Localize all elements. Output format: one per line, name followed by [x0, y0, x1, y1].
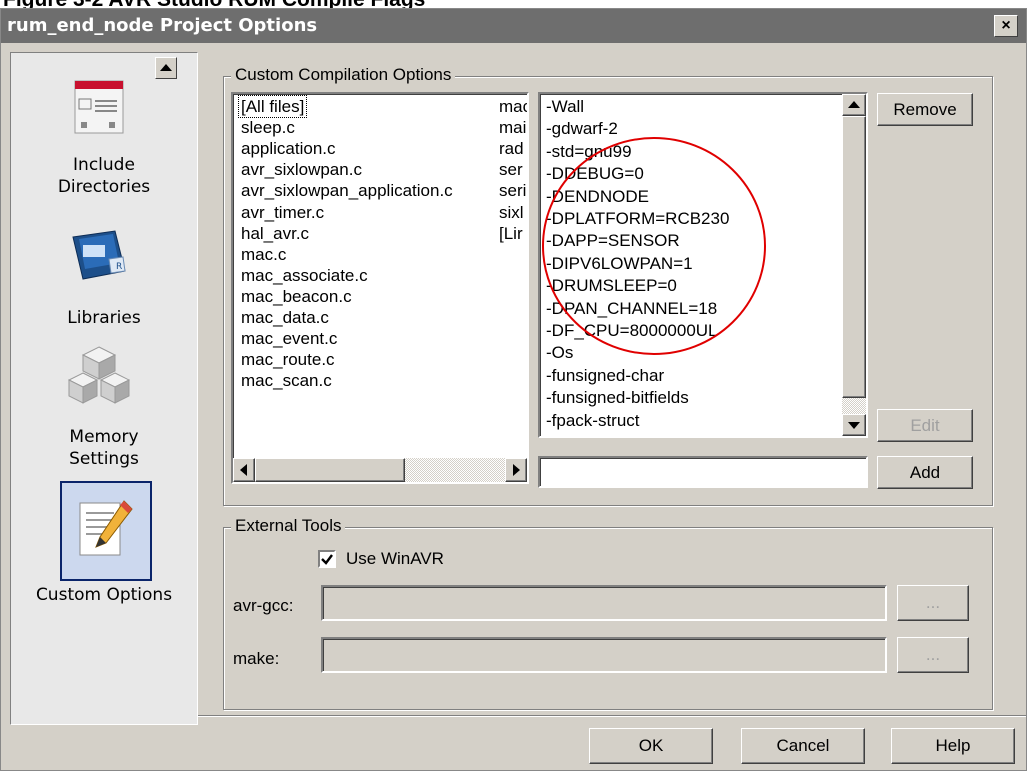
sidebar: Include Directories R Libraries Memory S…: [10, 52, 198, 725]
list-item[interactable]: rad: [499, 138, 524, 159]
up-arrow-icon: [160, 64, 172, 71]
include-directories-icon: [74, 80, 124, 134]
remove-button[interactable]: Remove: [877, 93, 973, 126]
down-arrow-icon: [848, 422, 860, 429]
avr-gcc-label: avr-gcc:: [233, 596, 294, 615]
list-item[interactable]: mac_beacon.c: [241, 286, 352, 307]
right-arrow-icon: [513, 464, 520, 476]
list-item[interactable]: [Lir: [499, 223, 523, 244]
annotation-circle: [542, 137, 766, 355]
list-item[interactable]: mac.c: [241, 244, 286, 265]
file-list[interactable]: [All files] sleep.c application.c avr_sixlo…: [231, 92, 529, 484]
make-label: make:: [233, 649, 280, 668]
footer-divider: [198, 715, 1026, 717]
list-item[interactable]: mac_route.c: [241, 349, 335, 370]
scroll-left-button[interactable]: [233, 458, 255, 482]
list-item-selected[interactable]: [All files]: [237, 95, 308, 118]
scroll-thumb[interactable]: [842, 116, 866, 398]
scroll-track[interactable]: [842, 398, 866, 414]
list-item[interactable]: ser: [499, 159, 523, 180]
list-item[interactable]: mac_associate.c: [241, 265, 368, 286]
make-browse-button[interactable]: ...: [897, 637, 969, 673]
option-item[interactable]: -Wall: [546, 96, 584, 117]
option-item[interactable]: -funsigned-bitfields: [546, 387, 689, 408]
edit-button[interactable]: Edit: [877, 409, 973, 442]
scroll-right-button[interactable]: [505, 458, 527, 482]
list-item[interactable]: avr_timer.c: [241, 202, 324, 223]
sidebar-item-memory-settings[interactable]: Memory Settings: [11, 426, 197, 470]
avr-gcc-path-field[interactable]: [321, 585, 887, 621]
cancel-button[interactable]: Cancel: [741, 728, 865, 764]
scroll-up-button[interactable]: [842, 94, 866, 116]
custom-compilation-title: Custom Compilation Options: [231, 65, 456, 85]
ok-button[interactable]: OK: [589, 728, 713, 764]
option-item[interactable]: -funsigned-char: [546, 365, 664, 386]
list-item[interactable]: mac_data.c: [241, 307, 329, 328]
sidebar-item-label: Settings: [69, 449, 139, 469]
list-item[interactable]: seri: [499, 180, 526, 201]
list-item[interactable]: avr_sixlowpan_application.c: [241, 180, 453, 201]
up-arrow-icon: [848, 101, 860, 108]
sidebar-item-label: Memory: [69, 427, 139, 447]
make-path-field[interactable]: [321, 637, 887, 673]
list-item[interactable]: application.c: [241, 138, 336, 159]
use-winavr-label: Use WinAVR: [346, 549, 444, 568]
svg-text:R: R: [116, 262, 122, 272]
sidebar-item-custom-options[interactable]: Custom Options: [11, 584, 197, 606]
options-vscrollbar[interactable]: [842, 94, 866, 436]
scroll-thumb[interactable]: [255, 458, 405, 482]
use-winavr-checkbox[interactable]: [318, 550, 336, 568]
sidebar-item-libraries[interactable]: Libraries: [11, 307, 197, 329]
external-tools-title: External Tools: [231, 516, 346, 536]
custom-options-pencil-icon: [79, 500, 133, 556]
scroll-down-button[interactable]: [842, 414, 866, 436]
left-arrow-icon: [240, 464, 247, 476]
list-item[interactable]: hal_avr.c: [241, 223, 309, 244]
sidebar-item-include-directories[interactable]: Include Directories: [11, 154, 197, 198]
sidebar-item-label: Include: [73, 155, 135, 175]
close-button[interactable]: ×: [994, 15, 1018, 37]
memory-cubes-icon: [67, 346, 131, 404]
option-item[interactable]: -fpack-struct: [546, 410, 640, 431]
list-item[interactable]: avr_sixlowpan.c: [241, 159, 362, 180]
sidebar-scroll-up-button[interactable]: [155, 57, 177, 79]
sidebar-item-label: Custom Options: [35, 585, 173, 605]
sidebar-item-label: Libraries: [67, 308, 141, 328]
add-button[interactable]: Add: [877, 456, 973, 489]
list-item[interactable]: sixl: [499, 202, 524, 223]
avr-gcc-browse-button[interactable]: ...: [897, 585, 969, 621]
option-input[interactable]: [538, 456, 868, 488]
list-item[interactable]: mac_scan.c: [241, 370, 332, 391]
list-item[interactable]: sleep.c: [241, 117, 295, 138]
sidebar-item-label: Directories: [57, 177, 151, 197]
list-item[interactable]: mac: [499, 96, 527, 117]
checkmark-icon: [321, 554, 333, 565]
window-title: rum_end_node Project Options: [7, 15, 318, 36]
project-options-dialog: rum_end_node Project Options × Include D…: [0, 8, 1027, 771]
title-bar: rum_end_node Project Options ×: [1, 9, 1026, 43]
list-item[interactable]: mai: [499, 117, 526, 138]
libraries-book-icon: R: [72, 230, 126, 280]
help-button[interactable]: Help: [891, 728, 1015, 764]
list-item[interactable]: mac_event.c: [241, 328, 337, 349]
file-list-hscrollbar[interactable]: [233, 458, 527, 482]
sidebar-item-custom-options-selected[interactable]: [60, 481, 152, 581]
